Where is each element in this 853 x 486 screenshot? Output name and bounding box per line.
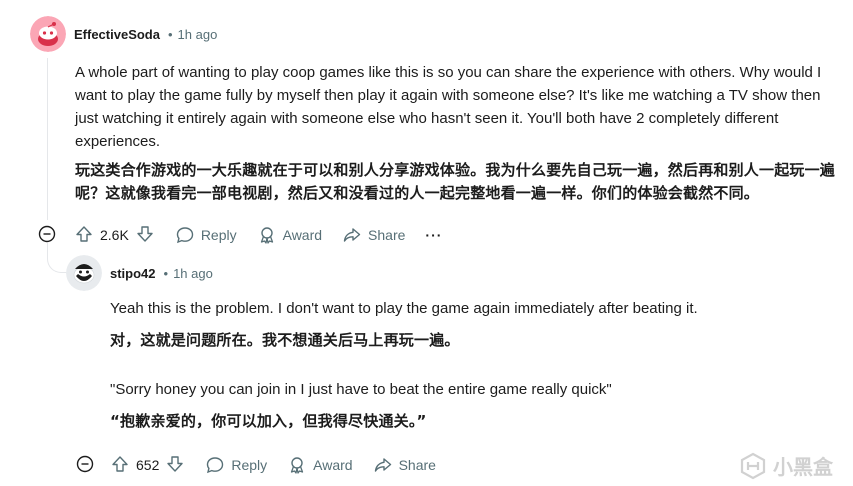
reply-button[interactable]: Reply <box>175 225 237 245</box>
timestamp[interactable]: 1h ago <box>178 27 218 42</box>
downvote-icon <box>167 455 184 472</box>
comment-text-zh: 玩这类合作游戏的一大乐趣就在于可以和别人分享游戏体验。我为什么要先自己玩一遍，然… <box>75 161 836 202</box>
reply-text-zh-1: 对，这就是问题所在。我不想通关后马上再玩一遍。 <box>110 331 460 349</box>
more-options-button[interactable]: ··· <box>425 227 442 243</box>
collapse-button[interactable] <box>38 225 56 243</box>
comment-header: EffectiveSoda • 1h ago <box>30 16 217 52</box>
share-arrow-icon <box>343 228 361 242</box>
vote-count: 652 <box>136 457 160 473</box>
share-button[interactable]: Share <box>342 225 405 245</box>
comment-bubble-icon <box>207 457 224 474</box>
vote-count: 2.6K <box>100 227 129 243</box>
share-label: Share <box>368 227 406 243</box>
minus-circle-icon <box>38 225 56 243</box>
reply-label: Reply <box>231 457 268 473</box>
watermark-text: 小黑盒 <box>773 457 833 479</box>
comment-thread: EffectiveSoda • 1h ago A whole part of w… <box>0 0 853 486</box>
reply-button[interactable]: Reply <box>205 455 267 475</box>
comment-actions: 2.6K Reply Award Share ··· <box>74 222 462 248</box>
upvote-icon <box>112 455 128 472</box>
comment-bubble-icon <box>176 227 194 244</box>
share-arrow-icon <box>374 458 391 472</box>
award-icon <box>291 457 304 474</box>
downvote-icon <box>137 225 153 242</box>
downvote-button[interactable] <box>135 224 155 247</box>
award-icon <box>260 227 273 244</box>
share-button[interactable]: Share <box>373 455 436 475</box>
reddit-snoo-icon <box>30 16 66 52</box>
username[interactable]: EffectiveSoda <box>74 27 160 42</box>
username[interactable]: stipo42 <box>110 266 156 281</box>
reply-text-zh-2: “抱歉亲爱的，你可以加入，但我得尽快通关。” <box>110 412 427 430</box>
timestamp[interactable]: 1h ago <box>173 266 213 281</box>
award-label: Award <box>313 457 353 473</box>
vote-group: 2.6K <box>74 224 155 247</box>
upvote-button[interactable] <box>110 454 130 477</box>
minus-circle-icon <box>76 455 94 473</box>
upvote-button[interactable] <box>74 224 94 247</box>
watermark: 小黑盒 <box>739 451 833 480</box>
reply-label: Reply <box>200 227 237 243</box>
reddit-snoo-icon <box>66 255 102 291</box>
avatar[interactable] <box>66 255 102 291</box>
comment-text-en: A whole part of wanting to play coop gam… <box>75 64 822 150</box>
award-label: Award <box>282 227 323 243</box>
downvote-button[interactable] <box>165 454 185 477</box>
reply-body: Yeah this is the problem. I don't want t… <box>110 297 845 433</box>
award-button[interactable]: Award <box>287 455 353 475</box>
heybox-logo-icon <box>740 452 766 479</box>
reply-text-en-1: Yeah this is the problem. I don't want t… <box>110 300 698 317</box>
separator-dot: • <box>163 265 169 281</box>
share-label: Share <box>398 457 436 473</box>
separator-dot: • <box>167 26 173 42</box>
comment-body: A whole part of wanting to play coop gam… <box>75 61 840 205</box>
collapse-button[interactable] <box>76 455 94 473</box>
award-button[interactable]: Award <box>257 225 322 245</box>
thread-line <box>47 58 48 220</box>
more-icon: ··· <box>425 227 443 243</box>
upvote-icon <box>76 225 92 242</box>
vote-group: 652 <box>110 454 185 477</box>
reply-header: stipo42 • 1h ago <box>66 255 213 291</box>
avatar[interactable] <box>30 16 66 52</box>
reply-actions: 652 Reply Award Share <box>110 452 456 478</box>
reply-text-en-2: "Sorry honey you can join in I just have… <box>110 381 612 398</box>
